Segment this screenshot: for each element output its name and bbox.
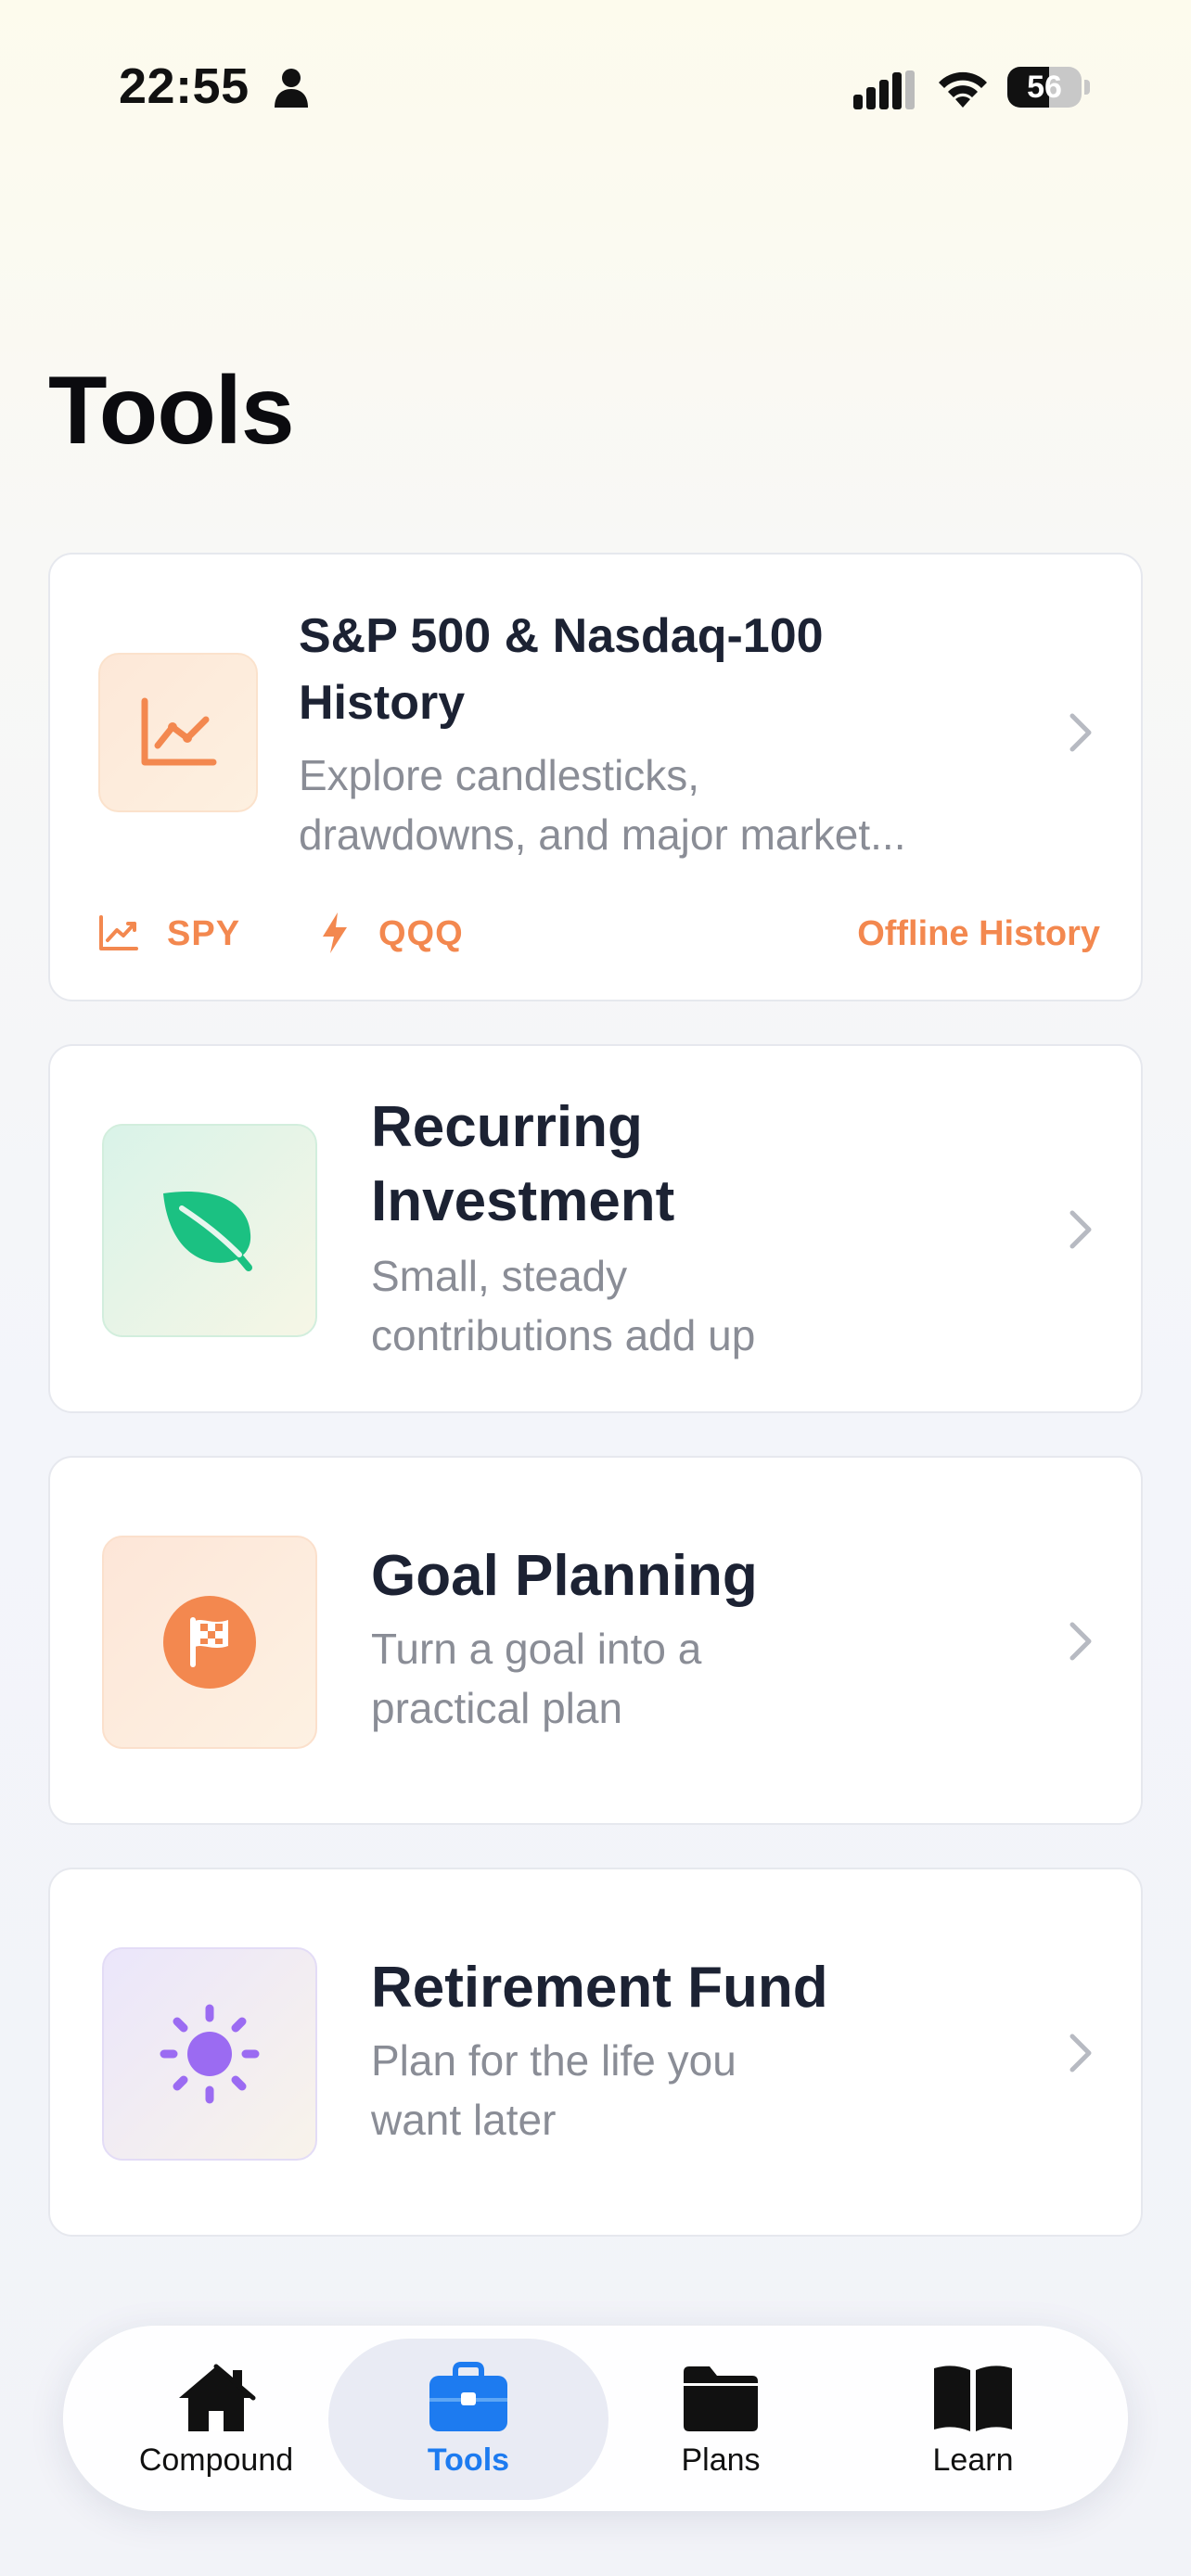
card-title: Goal Planning — [371, 1539, 758, 1613]
tool-card-retirement-fund[interactable]: Retirement Fund Plan for the life you wa… — [48, 1868, 1143, 2237]
card-description: Plan for the life you want later — [371, 2031, 736, 2149]
card-description-line: Explore candlesticks, — [299, 751, 700, 799]
tag-qqq: QQQ — [378, 914, 464, 953]
status-bar: 22:55 56 — [0, 0, 1191, 176]
tab-label: Learn — [932, 2442, 1014, 2478]
card-icon-tile — [98, 653, 258, 812]
tool-card-market-history[interactable]: S&P 500 & Nasdaq-100 History Explore can… — [48, 553, 1143, 1001]
tab-learn[interactable]: Learn — [839, 2326, 1108, 2511]
chevron-right-icon — [1069, 2034, 1092, 2072]
checkered-flag-icon — [163, 1596, 256, 1689]
house-icon — [179, 2364, 256, 2431]
tab-label: Compound — [138, 2442, 294, 2478]
card-description: Turn a goal into a practical plan — [371, 1619, 701, 1738]
tab-label: Plans — [681, 2442, 761, 2478]
card-description: Small, steady contributions add up — [371, 1246, 755, 1365]
offline-history-badge: Offline History — [857, 914, 1100, 953]
card-title-line: Recurring — [371, 1095, 643, 1159]
sun-icon — [160, 2004, 260, 2104]
card-title: S&P 500 & Nasdaq-100 History — [299, 603, 948, 736]
card-title: Retirement Fund — [371, 1951, 828, 2025]
briefcase-icon — [429, 2362, 507, 2431]
chevron-right-icon — [1069, 713, 1092, 752]
tag-spy: SPY — [167, 914, 241, 953]
tab-label: Tools — [427, 2442, 510, 2478]
chevron-right-icon — [1069, 1210, 1092, 1249]
bottom-tab-bar: Compound Tools Plans Learn — [63, 2326, 1128, 2511]
card-title-line: Retirement Fund — [371, 1956, 828, 2020]
card-description-line: contributions add up — [371, 1311, 756, 1359]
card-description-line: Plan for the life you — [371, 2036, 736, 2085]
card-description-line: Turn a goal into a — [371, 1625, 702, 1673]
battery-indicator: 56 — [1007, 67, 1091, 108]
tab-plans[interactable]: Plans — [586, 2326, 855, 2511]
lightning-bolt-icon — [323, 912, 347, 953]
card-description-line: drawdowns, and major market... — [299, 810, 906, 859]
trending-up-icon — [99, 915, 138, 950]
book-icon — [934, 2366, 1012, 2431]
card-description-line: want later — [371, 2096, 557, 2144]
tool-card-goal-planning[interactable]: Goal Planning Turn a goal into a practic… — [48, 1456, 1143, 1825]
card-title-line: History — [299, 676, 466, 730]
card-title-line: Goal Planning — [371, 1544, 758, 1608]
card-icon-tile — [102, 1947, 317, 2161]
card-title-line: S&P 500 & Nasdaq-100 — [299, 609, 824, 663]
card-title-line: Investment — [371, 1169, 675, 1233]
tab-tools[interactable]: Tools — [334, 2326, 603, 2511]
tab-compound[interactable]: Compound — [82, 2326, 351, 2511]
line-chart-icon — [141, 697, 217, 766]
card-icon-tile — [102, 1124, 317, 1337]
card-icon-tile — [102, 1536, 317, 1749]
card-title: Recurring Investment — [371, 1090, 674, 1239]
cellular-signal-icon — [853, 70, 915, 109]
tool-card-recurring-investment[interactable]: Recurring Investment Small, steady contr… — [48, 1044, 1143, 1413]
folder-icon — [684, 2366, 758, 2431]
page-title: Tools — [48, 357, 295, 465]
status-time: 22:55 — [119, 58, 250, 114]
person-icon — [275, 69, 308, 108]
leaf-icon — [163, 1191, 252, 1271]
wifi-icon — [939, 71, 987, 108]
battery-percent: 56 — [1027, 70, 1062, 105]
chevron-right-icon — [1069, 1622, 1092, 1661]
card-description-line: Small, steady — [371, 1252, 628, 1300]
card-description-line: practical plan — [371, 1684, 623, 1732]
card-description: Explore candlesticks, drawdowns, and maj… — [299, 746, 1004, 864]
card-tags: SPY QQQ Offline History — [98, 907, 1100, 963]
